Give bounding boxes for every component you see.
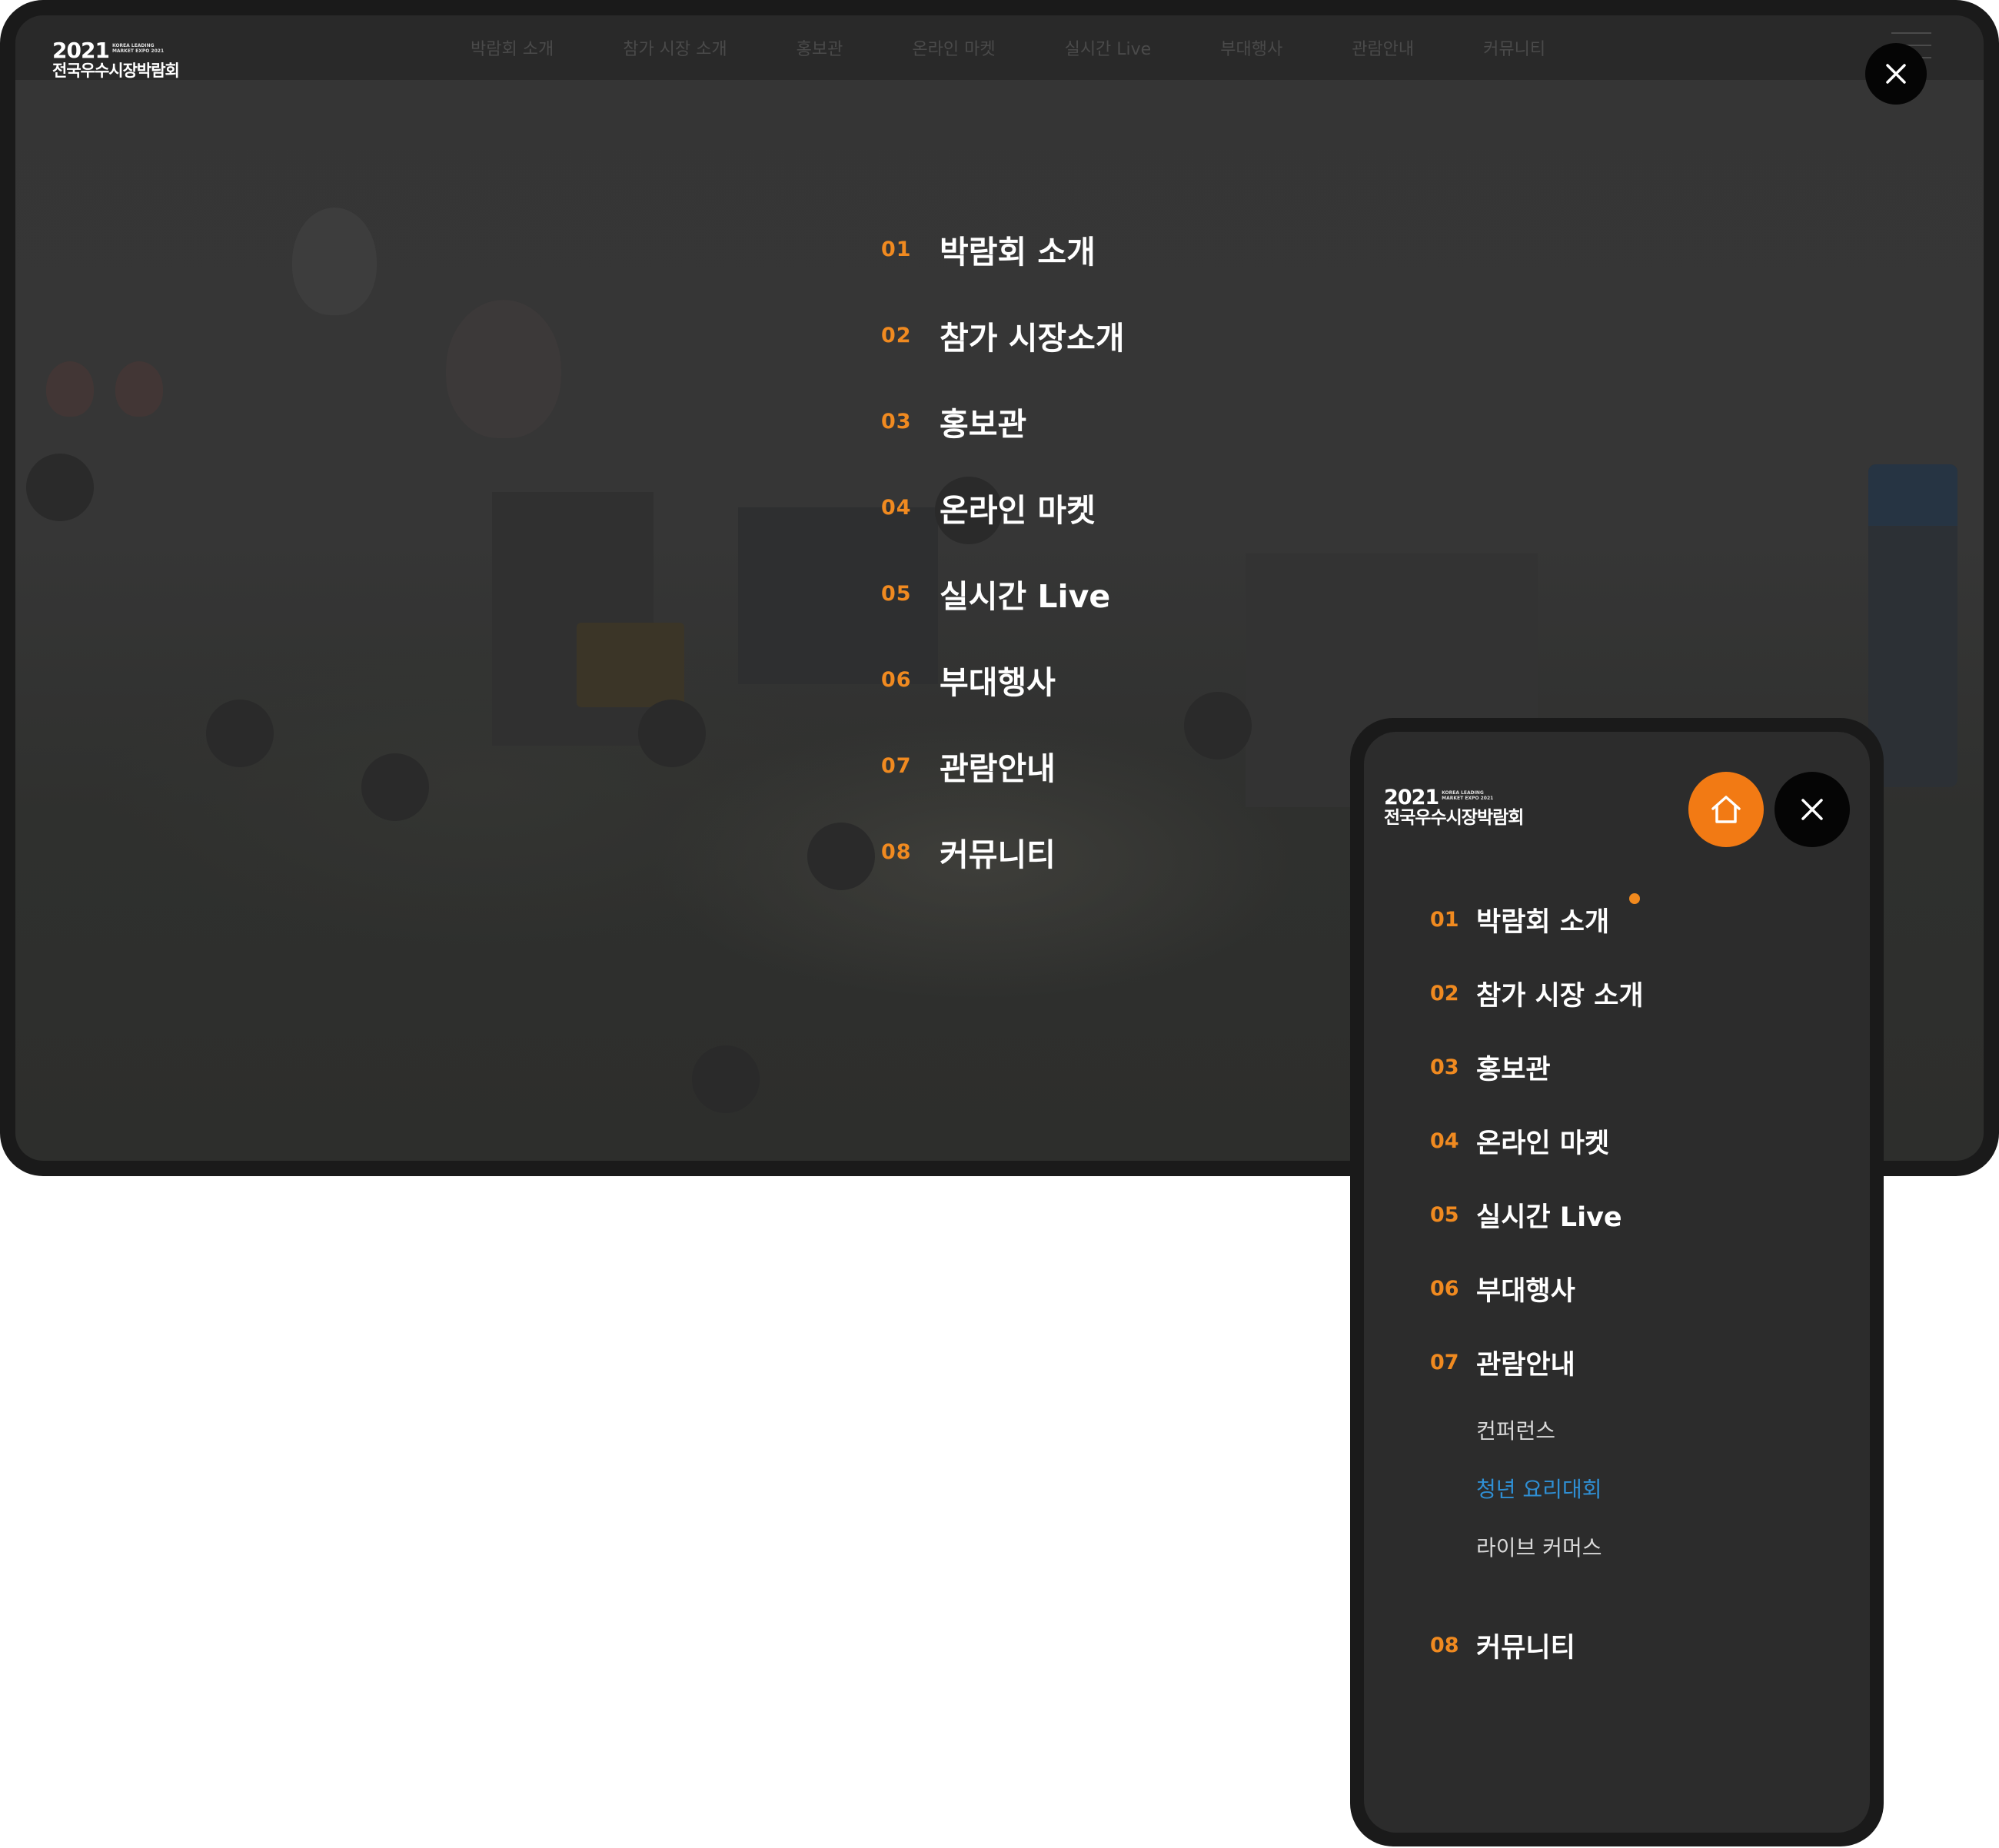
mobile-screen: 2021 KOREA LEADING MARKET EXPO 2021 전국우수시… [1364,732,1870,1833]
menu-item-markets[interactable]: 02 참가 시장소개 [881,292,1125,378]
map-hotspot [206,700,274,767]
menu-item-label: 부대행사 [940,664,1056,701]
menu-item-label: 홍보관 [940,406,1027,443]
menu-item-number: 06 [1430,1276,1459,1301]
scene-building [492,492,654,746]
menu-item-number: 02 [1430,981,1459,1005]
nav-item[interactable]: 홍보관 [797,35,843,60]
nav-item[interactable]: 박람회 소개 [471,35,554,60]
menu-item-community[interactable]: 08 커뮤니티 [1430,1608,1845,1682]
desktop-fullscreen-menu: 01 박람회 소개 02 참가 시장소개 03 홍보관 04 온라인 마켓 05… [881,206,1125,895]
active-indicator-dot [1629,893,1640,904]
menu-item-number: 01 [1430,907,1459,932]
menu-item-number: 07 [881,753,912,778]
nav-item[interactable]: 참가 시장 소개 [623,35,727,60]
menu-item-number: 05 [1430,1202,1459,1227]
quick-menu-header [1868,464,1957,526]
menu-item-label: 관람안내 [940,750,1056,787]
menu-item-label: 박람회 소개 [940,234,1096,271]
site-logo[interactable]: 2021 KOREA LEADING MARKET EXPO 2021 전국우수시… [1384,786,1524,828]
menu-item-label: 참가 시장소개 [940,320,1125,357]
menu-item-label: 홍보관 [1476,1054,1551,1085]
menu-item-online-market[interactable]: 04 온라인 마켓 [1430,1104,1845,1178]
menu-item-label: 커뮤니티 [940,836,1056,873]
scene-banner [577,623,684,707]
submenu-item-conference[interactable]: 컨퍼런스 [1476,1402,1845,1461]
menu-item-promo-hall[interactable]: 03 홍보관 [1430,1030,1845,1104]
menu-item-expo-intro[interactable]: 01 박람회 소개 [881,206,1125,292]
menu-item-events[interactable]: 06 부대행사 [881,636,1125,723]
nav-item[interactable]: 온라인 마켓 [912,35,995,60]
balloon-image [46,361,94,417]
close-menu-button[interactable] [1865,43,1927,105]
nav-item[interactable]: 관람안내 [1352,35,1414,60]
menu-item-label: 관람안내 [1476,1349,1575,1381]
menu-item-number: 01 [881,237,912,261]
menu-item-visitor-guide[interactable]: 07 관람안내 [881,723,1125,809]
home-icon [1711,796,1741,823]
map-hotspot [638,700,706,767]
close-menu-button[interactable] [1774,772,1850,847]
map-hotspot [1184,692,1252,759]
logo-tagline: KOREA LEADING MARKET EXPO 2021 [111,43,165,54]
map-hotspot [807,823,875,890]
menu-item-number: 04 [881,495,912,520]
menu-item-number: 04 [1430,1128,1459,1153]
logo-name: 전국우수시장박람회 [52,61,180,80]
menu-item-number: 02 [881,323,912,347]
close-icon [1886,64,1906,84]
hot-air-balloon-image [292,208,377,315]
logo-tagline: KOREA LEADING MARKET EXPO 2021 [1442,790,1494,801]
desktop-header: 2021 KOREA LEADING MARKET EXPO 2021 전국우수시… [15,15,1984,80]
submenu-item-cooking-contest[interactable]: 청년 요리대회 [1476,1461,1845,1519]
submenu-item-live-commerce[interactable]: 라이브 커머스 [1476,1519,1845,1577]
logo-year: 2021 [52,38,110,63]
hot-air-balloon-image [446,300,561,438]
quick-menu-panel [1868,464,1957,787]
map-hotspot [361,753,429,821]
menu-item-events[interactable]: 06 부대행사 [1430,1251,1845,1325]
menu-item-community[interactable]: 08 커뮤니티 [881,809,1125,895]
nav-item[interactable]: 실시간 Live [1065,35,1152,60]
menu-item-online-market[interactable]: 04 온라인 마켓 [881,464,1125,550]
visitor-guide-submenu: 컨퍼런스 청년 요리대회 라이브 커머스 [1430,1399,1845,1608]
menu-item-expo-intro[interactable]: 01 박람회 소개 [1430,882,1845,956]
menu-item-number: 03 [1430,1055,1459,1079]
menu-item-number: 06 [881,667,912,692]
mobile-device-frame: 2021 KOREA LEADING MARKET EXPO 2021 전국우수시… [1350,718,1884,1846]
menu-item-label: 실시간 Live [940,578,1111,615]
mobile-menu: 01 박람회 소개 02 참가 시장 소개 03 홍보관 04 온라인 마켓 0… [1430,882,1845,1682]
balloon-image [115,361,163,417]
site-logo[interactable]: 2021 KOREA LEADING MARKET EXPO 2021 전국우수시… [52,38,180,80]
menu-item-number: 07 [1430,1350,1459,1374]
menu-item-label: 실시간 Live [1476,1202,1622,1233]
logo-name: 전국우수시장박람회 [1384,808,1524,828]
menu-item-number: 08 [881,839,912,864]
close-icon [1801,799,1823,820]
menu-item-number: 03 [881,409,912,434]
menu-item-label: 커뮤니티 [1476,1632,1575,1664]
home-button[interactable] [1688,772,1764,847]
menu-item-label: 참가 시장 소개 [1476,980,1644,1012]
menu-item-label: 부대행사 [1476,1275,1575,1307]
map-hotspot [26,454,94,521]
menu-item-live[interactable]: 05 실시간 Live [881,550,1125,636]
logo-year: 2021 [1384,786,1439,809]
nav-item[interactable]: 커뮤니티 [1483,35,1545,60]
menu-item-markets[interactable]: 02 참가 시장 소개 [1430,956,1845,1030]
menu-item-label: 온라인 마켓 [1476,1128,1610,1159]
nav-item[interactable]: 부대행사 [1220,35,1282,60]
menu-item-label: 온라인 마켓 [940,492,1096,529]
desktop-nav: 박람회 소개 참가 시장 소개 홍보관 온라인 마켓 실시간 Live 부대행사… [471,35,1615,60]
menu-item-label: 박람회 소개 [1476,906,1610,938]
menu-item-number: 05 [881,581,912,606]
menu-item-number: 08 [1430,1633,1459,1657]
menu-item-promo-hall[interactable]: 03 홍보관 [881,378,1125,464]
menu-item-live[interactable]: 05 실시간 Live [1430,1178,1845,1251]
menu-item-visitor-guide[interactable]: 07 관람안내 [1430,1325,1845,1399]
map-hotspot [692,1045,760,1113]
